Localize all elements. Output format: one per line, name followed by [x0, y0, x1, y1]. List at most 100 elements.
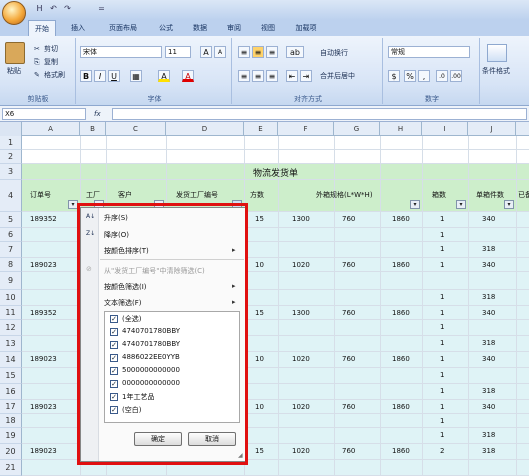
table-cell[interactable]: 15	[255, 447, 264, 455]
table-cell[interactable]: 2	[440, 447, 444, 455]
table-cell[interactable]: 1860	[392, 261, 410, 269]
tab-data[interactable]: 数据	[186, 20, 214, 36]
row-header[interactable]: 19	[0, 428, 22, 444]
table-cell[interactable]: 318	[482, 339, 495, 347]
table-cell[interactable]: 340	[482, 309, 495, 317]
filter-dropdown-h[interactable]: ▾	[410, 200, 420, 209]
table-cell[interactable]: 1860	[392, 447, 410, 455]
table-cell[interactable]: 1	[440, 431, 444, 439]
table-cell[interactable]: 760	[342, 447, 355, 455]
font-size-select[interactable]: 11	[165, 46, 191, 58]
row-header[interactable]: 14	[0, 352, 22, 368]
filter-dropdown-i[interactable]: ▾	[456, 200, 466, 209]
percent-button[interactable]: %	[404, 70, 416, 82]
row-header[interactable]: 21	[0, 460, 22, 476]
table-cell[interactable]: 1	[440, 215, 444, 223]
table-cell[interactable]: 340	[482, 355, 495, 363]
table-cell[interactable]: 318	[482, 447, 495, 455]
table-cell[interactable]: 15	[255, 215, 264, 223]
table-cell[interactable]: 1	[440, 323, 444, 331]
brush-icon[interactable]: ✎	[34, 70, 40, 81]
customize-qat-icon[interactable]: =	[96, 4, 107, 14]
tab-addins[interactable]: 加载项	[288, 20, 324, 36]
row-header[interactable]: 5	[0, 212, 22, 228]
bold-button[interactable]: B	[80, 70, 92, 82]
table-cell[interactable]: 1	[440, 339, 444, 347]
number-format-select[interactable]: 常规	[388, 46, 470, 58]
table-cell[interactable]: 1	[440, 355, 444, 363]
comma-button[interactable]: ,	[418, 70, 430, 82]
table-cell[interactable]: 340	[482, 261, 495, 269]
table-cell[interactable]: 318	[482, 387, 495, 395]
merge-center-button[interactable]: 合并后居中	[320, 71, 355, 82]
table-cell[interactable]: 318	[482, 245, 495, 253]
paste-button[interactable]: 粘贴	[7, 66, 21, 77]
row-header[interactable]: 3	[0, 164, 22, 180]
fill-color-button[interactable]: A	[158, 70, 170, 82]
table-cell[interactable]: 1860	[392, 403, 410, 411]
align-bottom-icon[interactable]: ≡	[266, 46, 278, 58]
table-cell[interactable]: 1860	[392, 215, 410, 223]
table-cell[interactable]: 760	[342, 261, 355, 269]
column-header-h[interactable]: H	[380, 122, 422, 136]
align-top-icon[interactable]: ≡	[238, 46, 250, 58]
office-button[interactable]	[2, 1, 26, 25]
table-cell[interactable]: 189023	[30, 447, 57, 455]
table-cell[interactable]: 340	[482, 403, 495, 411]
scissors-icon[interactable]: ✂	[34, 44, 40, 55]
table-cell[interactable]: 318	[482, 293, 495, 301]
table-cell[interactable]: 1020	[292, 403, 310, 411]
column-header-a[interactable]: A	[22, 122, 80, 136]
decrease-decimal-icon[interactable]: .00	[450, 70, 462, 82]
conditional-format-button[interactable]: 条件格式	[482, 66, 510, 77]
table-cell[interactable]: 1020	[292, 447, 310, 455]
table-cell[interactable]: 189023	[30, 355, 57, 363]
paste-icon[interactable]	[5, 42, 25, 64]
table-cell[interactable]: 1	[440, 387, 444, 395]
increase-decimal-icon[interactable]: .0	[436, 70, 448, 82]
indent-decrease-icon[interactable]: ⇤	[286, 70, 298, 82]
copy-icon[interactable]: ⎘	[34, 57, 40, 68]
formula-input[interactable]	[112, 108, 527, 120]
table-cell[interactable]: 1020	[292, 355, 310, 363]
row-header[interactable]: 2	[0, 150, 22, 164]
row-header[interactable]: 4	[0, 180, 22, 212]
underline-button[interactable]: U	[108, 70, 120, 82]
table-cell[interactable]: 189352	[30, 215, 57, 223]
font-color-button[interactable]: A	[182, 70, 194, 82]
table-cell[interactable]: 10	[255, 355, 264, 363]
table-cell[interactable]: 340	[482, 215, 495, 223]
row-header[interactable]: 15	[0, 368, 22, 384]
save-icon[interactable]: H	[34, 4, 45, 14]
orientation-icon[interactable]: ab	[286, 46, 304, 58]
fx-icon[interactable]: fx	[94, 109, 101, 120]
align-left-icon[interactable]: ≡	[238, 70, 250, 82]
align-middle-icon[interactable]: ≡	[252, 46, 264, 58]
table-cell[interactable]: 1300	[292, 215, 310, 223]
font-name-select[interactable]: 宋体	[80, 46, 162, 58]
row-header[interactable]: 11	[0, 306, 22, 320]
cut-button[interactable]: 剪切	[44, 44, 58, 55]
row-header[interactable]: 10	[0, 290, 22, 306]
column-header-d[interactable]: D	[166, 122, 244, 136]
align-center-icon[interactable]: ≡	[252, 70, 264, 82]
row-header[interactable]: 20	[0, 444, 22, 460]
redo-icon[interactable]: ↷	[62, 4, 73, 14]
table-cell[interactable]: 189023	[30, 403, 57, 411]
table-cell[interactable]: 760	[342, 403, 355, 411]
select-all-corner[interactable]	[0, 122, 22, 136]
tab-home[interactable]: 开始	[28, 20, 56, 36]
table-cell[interactable]: 1	[440, 231, 444, 239]
wrap-text-button[interactable]: 自动换行	[320, 48, 348, 59]
column-header-j[interactable]: J	[468, 122, 516, 136]
grow-font-button[interactable]: A	[200, 46, 212, 58]
filter-dropdown-j[interactable]: ▾	[504, 200, 514, 209]
table-cell[interactable]: 1860	[392, 355, 410, 363]
table-cell[interactable]: 1300	[292, 309, 310, 317]
column-header-e[interactable]: E	[244, 122, 278, 136]
tab-view[interactable]: 视图	[254, 20, 282, 36]
row-header[interactable]: 16	[0, 384, 22, 400]
table-cell[interactable]: 1	[440, 293, 444, 301]
column-header-i[interactable]: I	[422, 122, 468, 136]
border-icon[interactable]: ▦	[130, 70, 142, 82]
